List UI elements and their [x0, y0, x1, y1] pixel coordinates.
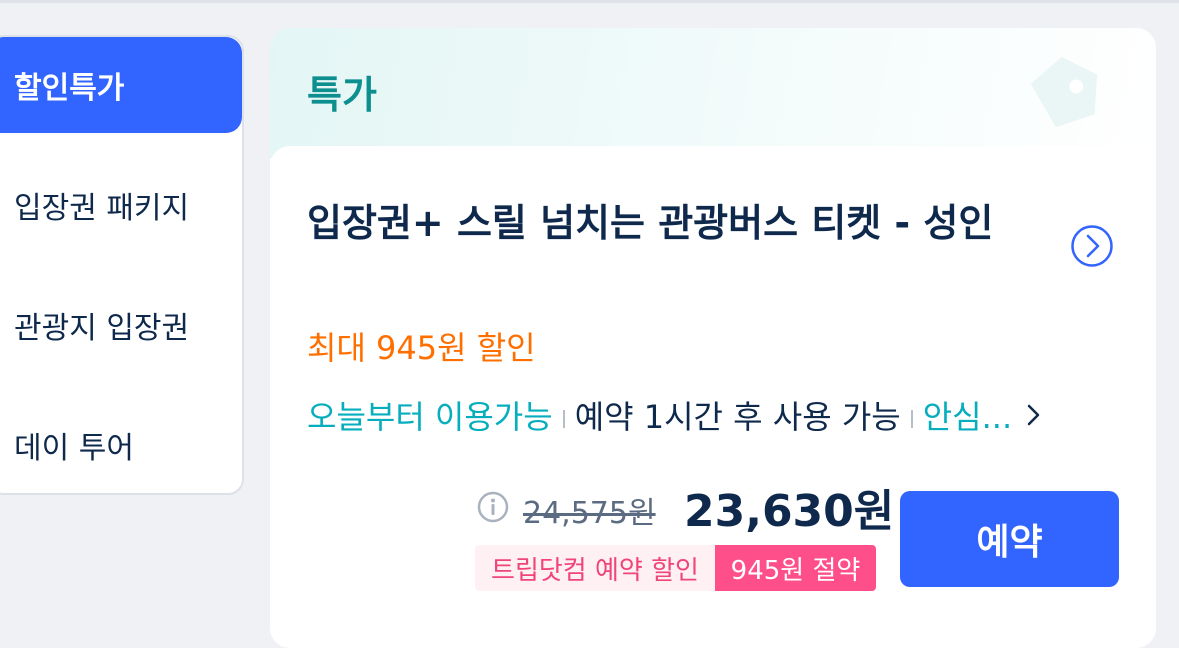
sidebar-item-ticket-packages[interactable]: 입장권 패키지	[0, 157, 242, 253]
sidebar-item-label: 관광지 입장권	[14, 311, 190, 346]
top-divider	[0, 0, 1179, 3]
sidebar-item-discount-deals[interactable]: 할인특가	[0, 37, 242, 133]
chevron-right-icon[interactable]	[1024, 401, 1044, 429]
circle-chevron-right-icon[interactable]	[1070, 224, 1114, 268]
promo-label: 트립닷컴 예약 할인	[475, 545, 715, 591]
promo-saving-badge: 945원 절약	[715, 545, 876, 591]
original-price: 24,575원	[523, 496, 656, 531]
price-tag-icon	[1030, 56, 1098, 128]
product-title[interactable]: 입장권+ 스릴 넘치는 관광버스 티켓 - 성인	[307, 194, 1027, 252]
available-from-text: 오늘부터 이용가능	[307, 398, 553, 436]
sale-price: 23,630원	[684, 486, 895, 537]
category-sidebar: 할인특가 입장권 패키지 관광지 입장권 데이 투어	[0, 35, 244, 495]
sidebar-item-label: 할인특가	[14, 71, 125, 106]
deal-card-header: 특가	[270, 28, 1156, 158]
deal-card: 특가 입장권+ 스릴 넘치는 관광버스 티켓 - 성인 최대 945원 할인 오…	[270, 28, 1156, 648]
usable-after-text: 예약 1시간 후 사용 가능	[574, 398, 901, 436]
sidebar-item-label: 데이 투어	[14, 431, 134, 466]
info-separator	[910, 410, 913, 428]
section-title: 특가	[307, 73, 377, 117]
sidebar-item-label: 입장권 패키지	[14, 191, 190, 226]
product-info-line[interactable]: 오늘부터 이용가능 예약 1시간 후 사용 가능 안심...	[307, 392, 1127, 438]
sidebar-item-attraction-tickets[interactable]: 관광지 입장권	[0, 277, 242, 373]
product-item[interactable]: 입장권+ 스릴 넘치는 관광버스 티켓 - 성인 최대 945원 할인 오늘부터…	[270, 146, 1156, 648]
sidebar-item-day-tours[interactable]: 데이 투어	[0, 397, 242, 493]
info-separator	[562, 410, 565, 428]
assurance-text: 안심...	[922, 398, 1013, 436]
book-button[interactable]: 예약	[900, 491, 1119, 587]
max-discount-text: 최대 945원 할인	[307, 329, 536, 367]
info-circle-icon[interactable]	[477, 491, 509, 523]
